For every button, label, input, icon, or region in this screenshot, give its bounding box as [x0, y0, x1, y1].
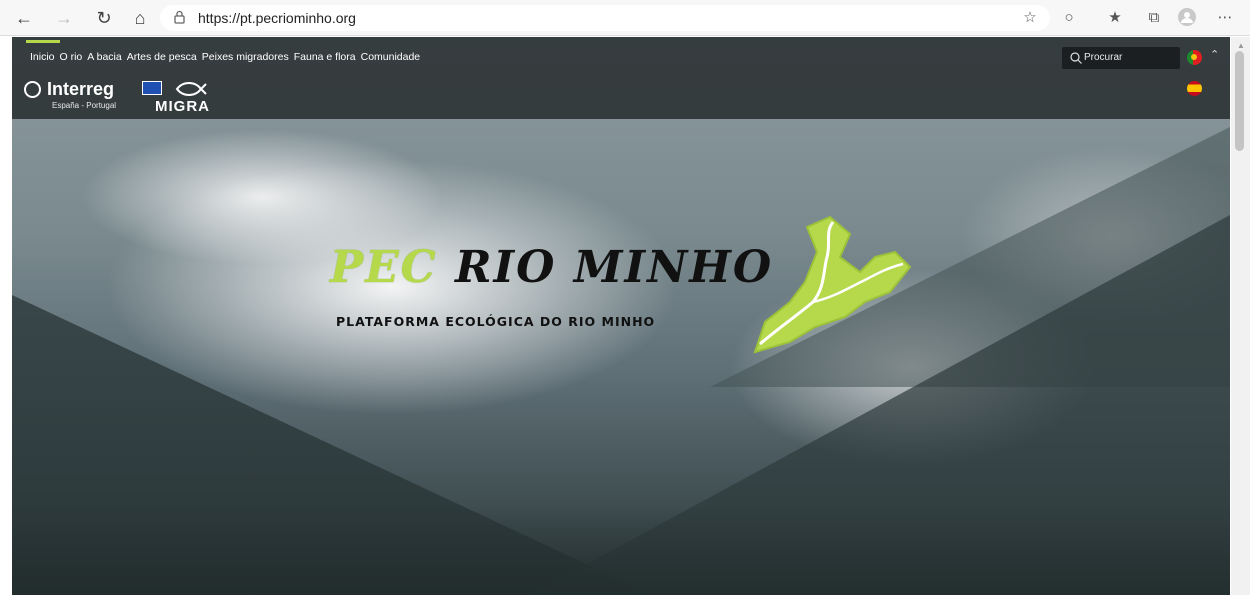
scroll-thumb[interactable]: [1235, 51, 1244, 151]
interreg-subtitle: España - Portugal: [52, 101, 117, 110]
refresh-icon[interactable]: ↻: [92, 6, 116, 30]
site-header: Inicio O rio A bacia Artes de pesca Peix…: [12, 37, 1230, 119]
active-menu-indicator: [26, 40, 60, 43]
portugal-flag-icon[interactable]: [1187, 50, 1202, 65]
menu-item-fauna-e-flora[interactable]: Fauna e flora: [294, 51, 356, 63]
page-scrollbar[interactable]: ▲: [1231, 37, 1250, 595]
forward-icon[interactable]: →: [52, 6, 76, 30]
hero-subtitle: PLATAFORMA ECOLÓGICA DO RIO MINHO: [336, 314, 656, 329]
interreg-circle-icon: [24, 81, 41, 98]
migra-title: MIGRA: [155, 98, 210, 115]
hero-title-rest: RIO MINHO: [454, 242, 774, 293]
search-placeholder: Procurar: [1084, 52, 1123, 63]
add-favorite-icon[interactable]: ☆: [1020, 8, 1040, 28]
hero-brand: PEC RIO MINHO PLATAFORMA ECOLÓGICA DO RI…: [330, 215, 912, 382]
fish-icon: [175, 82, 207, 96]
forest-shape: [12, 505, 1230, 595]
menu-item-artes-de-pesca[interactable]: Artes de pesca: [127, 51, 197, 63]
browser-toolbar: ← → ↻ ⌂ https://pt.pecriominho.org ☆ ○ ★…: [0, 0, 1250, 36]
menu-item-inicio[interactable]: Inicio: [30, 51, 55, 63]
address-bar[interactable]: https://pt.pecriominho.org: [160, 5, 1050, 31]
home-icon[interactable]: ⌂: [128, 6, 152, 30]
url-text: https://pt.pecriominho.org: [198, 10, 356, 26]
hero-title-prefix: PEC: [330, 242, 438, 293]
tracking-icon[interactable]: ○: [1059, 8, 1079, 28]
menu-item-comunidade[interactable]: Comunidade: [361, 51, 421, 63]
lock-icon: [174, 10, 185, 24]
search-input[interactable]: Procurar: [1062, 47, 1180, 69]
migra-logo: MIGRA: [155, 79, 235, 117]
menu-item-o-rio[interactable]: O rio: [60, 51, 83, 63]
search-icon: [1070, 52, 1082, 64]
more-icon[interactable]: ⋯: [1215, 8, 1235, 28]
back-icon[interactable]: ←: [12, 6, 36, 30]
main-menu: Inicio O rio A bacia Artes de pesca Peix…: [30, 51, 420, 63]
favorites-icon[interactable]: ★: [1105, 8, 1125, 28]
profile-icon[interactable]: [1177, 8, 1197, 28]
hero-title: PEC RIO MINHO: [330, 242, 773, 293]
interreg-logo: Interreg España - Portugal: [24, 79, 162, 117]
menu-item-a-bacia[interactable]: A bacia: [87, 51, 121, 63]
page-viewport: Inicio O rio A bacia Artes de pesca Peix…: [12, 37, 1230, 595]
spain-flag-icon[interactable]: [1187, 81, 1202, 96]
collections-icon[interactable]: ⧉: [1144, 8, 1164, 28]
scroll-up-icon[interactable]: ▲: [1237, 41, 1245, 50]
menu-item-peixes-migradores[interactable]: Peixes migradores: [202, 51, 289, 63]
river-map-icon: [753, 215, 912, 354]
interreg-title: Interreg: [47, 79, 115, 99]
chevron-up-icon[interactable]: ⌃: [1210, 48, 1219, 61]
